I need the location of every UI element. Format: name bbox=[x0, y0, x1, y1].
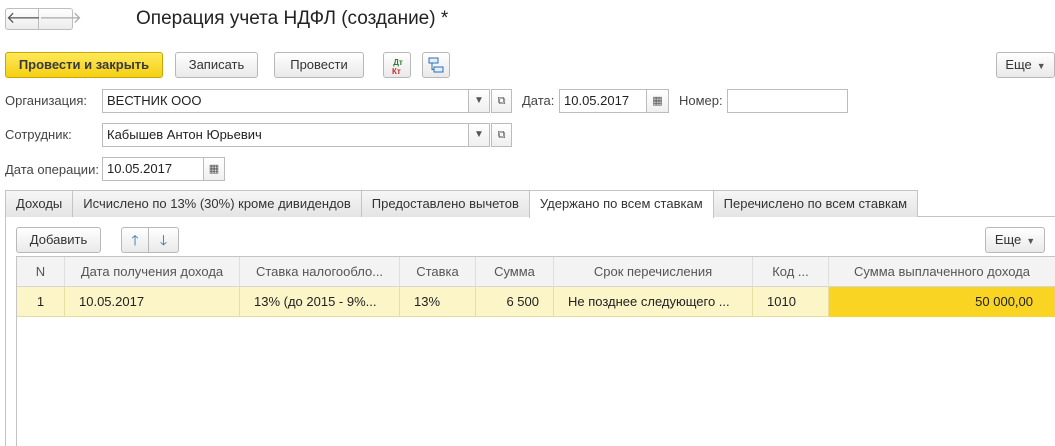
caret-down-icon: ▼ bbox=[474, 129, 484, 140]
employee-label: Сотрудник: bbox=[5, 127, 72, 142]
organization-field[interactable]: ВЕСТНИК ООО bbox=[102, 89, 471, 113]
tab-bar: Доходы Исчислено по 13% (30%) кроме диви… bbox=[5, 190, 919, 218]
more-button[interactable]: Еще ▼ bbox=[996, 52, 1055, 78]
organization-dropdown-button[interactable]: ▼ bbox=[468, 89, 490, 113]
open-icon: ⧉ bbox=[497, 95, 506, 107]
dt-kt-button[interactable]: Дт Кт bbox=[383, 52, 411, 78]
caret-down-icon: ▼ bbox=[1036, 61, 1046, 71]
dt-kt-icon: Дт Кт bbox=[392, 58, 403, 76]
calendar-icon: ▦ bbox=[652, 95, 663, 107]
operation-date-label: Дата операции: bbox=[5, 162, 99, 177]
tab-withheld[interactable]: Удержано по всем ставкам bbox=[528, 190, 714, 218]
calendar-icon: ▦ bbox=[208, 163, 220, 175]
forward-button[interactable]: 🡒 bbox=[39, 8, 82, 30]
post-and-close-button[interactable]: Провести и закрыть bbox=[5, 52, 163, 78]
tab-deductions[interactable]: Предоставлено вычетов bbox=[360, 190, 530, 217]
table-cell[interactable]: Не позднее следующего ... bbox=[554, 287, 753, 317]
move-up-button[interactable]: 🡑 bbox=[121, 227, 149, 253]
arrow-up-icon: 🡑 bbox=[131, 232, 139, 248]
post-button[interactable]: Провести bbox=[274, 52, 364, 78]
column-header[interactable]: Код ... bbox=[753, 257, 829, 287]
operation-date-calendar-button[interactable]: ▦ bbox=[203, 157, 225, 181]
column-header[interactable]: Ставка bbox=[400, 257, 476, 287]
open-icon: ⧉ bbox=[497, 129, 506, 141]
table-cell[interactable]: 10.05.2017 bbox=[65, 287, 240, 317]
table-more-button[interactable]: Еще ▼ bbox=[985, 227, 1045, 253]
caret-down-icon: ▼ bbox=[1026, 236, 1036, 246]
column-header[interactable]: Срок перечисления bbox=[554, 257, 753, 287]
organization-label: Организация: bbox=[5, 93, 88, 108]
employee-dropdown-button[interactable]: ▼ bbox=[468, 123, 490, 147]
back-button[interactable]: 🡐 bbox=[5, 8, 49, 30]
column-header[interactable]: Ставка налогообло... bbox=[240, 257, 400, 287]
arrow-down-icon: 🡓 bbox=[159, 232, 168, 248]
date-label: Дата: bbox=[522, 93, 555, 108]
tab-calculated[interactable]: Исчислено по 13% (30%) кроме дивидендов bbox=[72, 190, 362, 217]
column-header[interactable]: Сумма выплаченного дохода bbox=[829, 257, 1055, 287]
page-title: Операция учета НДФЛ (создание) * bbox=[136, 8, 449, 29]
table-header: N Дата получения дохода Ставка налогообл… bbox=[17, 257, 1055, 287]
table-cell[interactable]: 1 bbox=[17, 287, 65, 317]
tab-income[interactable]: Доходы bbox=[5, 190, 74, 217]
number-field[interactable] bbox=[727, 89, 848, 113]
column-header[interactable]: Сумма bbox=[476, 257, 554, 287]
column-header[interactable]: Дата получения дохода bbox=[65, 257, 240, 287]
date-calendar-button[interactable]: ▦ bbox=[646, 89, 669, 113]
table-cell[interactable]: 6 500 bbox=[476, 287, 554, 317]
table-cell[interactable]: 13% bbox=[400, 287, 476, 317]
table-row[interactable]: 1 10.05.2017 13% (до 2015 - 9%... 13% 6 … bbox=[17, 287, 1055, 317]
move-down-button[interactable]: 🡓 bbox=[149, 227, 179, 253]
arrow-right-icon: 🡒 bbox=[39, 10, 82, 27]
tab-transferred[interactable]: Перечислено по всем ставкам bbox=[712, 190, 919, 217]
structure-button[interactable] bbox=[422, 52, 450, 78]
table-cell[interactable]: 13% (до 2015 - 9%... bbox=[240, 287, 400, 317]
column-header[interactable]: N bbox=[17, 257, 65, 287]
date-field[interactable]: 10.05.2017 bbox=[559, 89, 647, 113]
table-cell-highlighted[interactable]: 50 000,00 bbox=[829, 287, 1055, 317]
table-cell[interactable]: 1010 bbox=[753, 287, 829, 317]
withheld-table: N Дата получения дохода Ставка налогообл… bbox=[16, 256, 1055, 446]
number-label: Номер: bbox=[679, 93, 723, 108]
operation-date-field[interactable]: 10.05.2017 bbox=[102, 157, 204, 181]
add-button[interactable]: Добавить bbox=[16, 227, 101, 253]
employee-open-button[interactable]: ⧉ bbox=[491, 123, 512, 147]
caret-down-icon: ▼ bbox=[474, 95, 484, 106]
employee-field[interactable]: Кабышев Антон Юрьевич bbox=[102, 123, 471, 147]
save-button[interactable]: Записать bbox=[175, 52, 258, 78]
organization-open-button[interactable]: ⧉ bbox=[491, 89, 512, 113]
structure-icon bbox=[428, 57, 444, 73]
